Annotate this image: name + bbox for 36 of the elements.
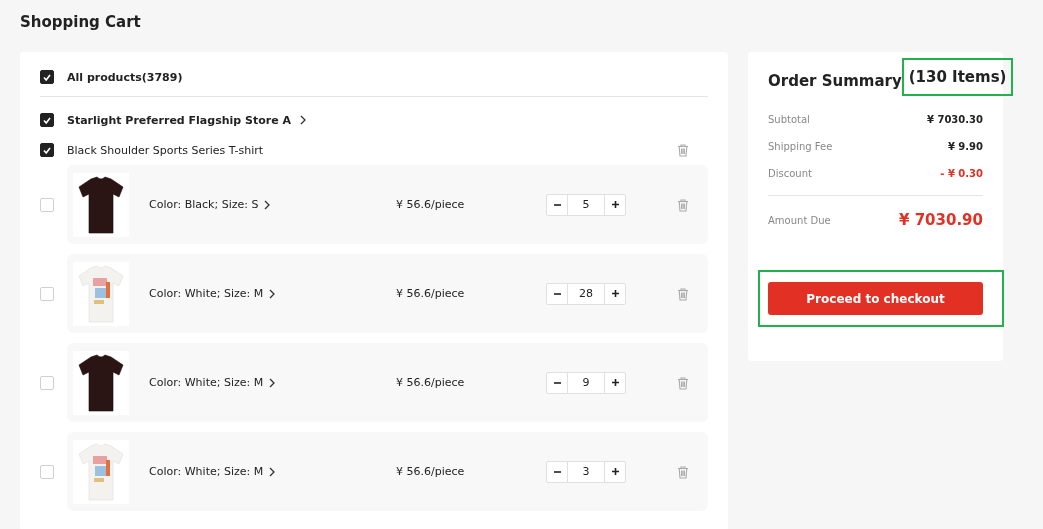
variant-label[interactable]: Color: White; Size: M xyxy=(149,376,264,389)
summary-label: Discount xyxy=(768,168,812,179)
chevron-right-icon[interactable] xyxy=(298,114,308,126)
unit-price: ¥ 56.6/piece xyxy=(396,465,466,478)
quantity-stepper[interactable]: 9 xyxy=(546,371,626,394)
unit-price: ¥ 56.6/piece xyxy=(396,198,466,211)
plus-icon[interactable] xyxy=(610,200,620,209)
summary-title: Order Summary xyxy=(768,72,902,90)
plus-icon[interactable] xyxy=(610,289,620,298)
amount-due-label: Amount Due xyxy=(768,214,831,226)
summary-label: Subtotal xyxy=(768,114,810,125)
quantity-field[interactable]: 3 xyxy=(567,461,605,482)
plus-icon[interactable] xyxy=(610,467,620,476)
summary-value: ¥ 9.90 xyxy=(947,141,983,152)
summary-value: - ¥ 0.30 xyxy=(940,168,983,179)
page-title: Shopping Cart xyxy=(20,13,142,33)
variant-label[interactable]: Color: Black; Size: S xyxy=(149,198,259,211)
quantity-stepper[interactable]: 5 xyxy=(546,193,626,216)
variant-label[interactable]: Color: White; Size: M xyxy=(149,465,264,478)
product-title: Black Shoulder Sports Series T-shirt xyxy=(67,143,265,157)
quantity-field[interactable]: 5 xyxy=(567,194,605,215)
plus-icon[interactable] xyxy=(610,378,620,387)
quantity-stepper[interactable]: 28 xyxy=(546,282,626,305)
amount-due-value: ¥ 7030.90 xyxy=(899,211,983,229)
quantity-field[interactable]: 9 xyxy=(567,372,605,393)
item-count: (130 Items) xyxy=(908,68,1007,86)
quantity-stepper[interactable]: 3 xyxy=(546,460,626,483)
all-products-label: All products(3789) xyxy=(67,70,183,84)
unit-price: ¥ 56.6/piece xyxy=(396,376,466,389)
unit-price: ¥ 56.6/piece xyxy=(396,287,466,300)
variant-label[interactable]: Color: White; Size: M xyxy=(149,287,264,300)
store-link[interactable]: Starlight Preferred Flagship Store A xyxy=(67,113,291,127)
checkout-button[interactable]: Proceed to checkout xyxy=(768,282,983,315)
summary-value: ¥ 7030.30 xyxy=(927,114,983,125)
quantity-field[interactable]: 28 xyxy=(567,283,605,304)
summary-label: Shipping Fee xyxy=(768,141,833,152)
